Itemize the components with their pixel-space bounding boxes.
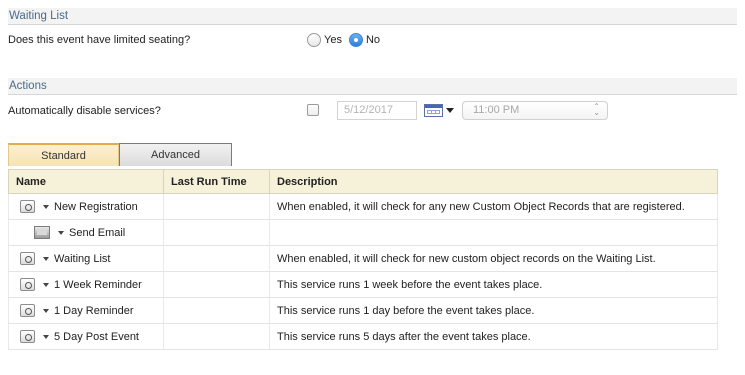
service-icon[interactable]: [20, 330, 35, 343]
no-radio[interactable]: [348, 33, 363, 47]
dropdown-arrow-icon[interactable]: [43, 334, 49, 339]
services-table: Name Last Run Time Description New Regis…: [8, 169, 718, 350]
service-name: Waiting List: [54, 252, 111, 265]
description-cell: [269, 219, 718, 246]
table-row[interactable]: Waiting List When enabled, it will check …: [8, 245, 718, 272]
name-cell: 1 Day Reminder: [8, 297, 164, 324]
service-icon[interactable]: [20, 252, 35, 265]
service-name: 5 Day Post Event: [54, 330, 139, 343]
email-icon[interactable]: [34, 226, 50, 239]
last-run-time-cell: [163, 193, 270, 220]
name-cell: 5 Day Post Event: [8, 323, 164, 350]
column-header-description: Description: [269, 169, 718, 194]
tab-standard[interactable]: Standard: [8, 143, 119, 166]
last-run-time-cell: [163, 245, 270, 272]
service-icon[interactable]: [20, 278, 35, 291]
dropdown-arrow-icon[interactable]: [58, 230, 64, 235]
calendar-icon: [424, 103, 443, 117]
table-row[interactable]: 5 Day Post Event This service runs 5 days…: [8, 323, 718, 350]
disable-services-label: Automatically disable services?: [8, 105, 161, 117]
dropdown-arrow-icon[interactable]: [43, 256, 49, 261]
tab-advanced[interactable]: Advanced: [119, 143, 232, 166]
name-cell: Send Email: [8, 219, 164, 246]
yes-radio-label[interactable]: Yes: [324, 34, 342, 46]
column-header-name: Name: [8, 169, 164, 194]
table-row[interactable]: Send Email: [8, 219, 718, 246]
column-header-last-run-time: Last Run Time: [163, 169, 270, 194]
date-input[interactable]: 5/12/2017: [337, 101, 417, 120]
last-run-time-cell: [163, 323, 270, 350]
calendar-button[interactable]: [424, 102, 456, 118]
limited-seating-label: Does this event have limited seating?: [8, 34, 191, 46]
dropdown-arrow-icon[interactable]: [43, 308, 49, 313]
table-row[interactable]: New Registration When enabled, it will ch…: [8, 193, 718, 220]
table-header-row: Name Last Run Time Description: [8, 169, 718, 194]
service-icon[interactable]: [20, 304, 35, 317]
no-radio-label[interactable]: No: [366, 34, 380, 46]
description-cell: When enabled, it will check for any new …: [269, 193, 718, 220]
actions-header: Actions: [8, 78, 737, 95]
last-run-time-cell: [163, 219, 270, 246]
dropdown-arrow-icon[interactable]: [43, 204, 49, 209]
service-name: 1 Day Reminder: [54, 304, 134, 317]
table-row[interactable]: 1 Day Reminder This service runs 1 day be…: [8, 297, 718, 324]
service-name: 1 Week Reminder: [54, 278, 142, 291]
service-name: New Registration: [54, 200, 138, 213]
last-run-time-cell: [163, 297, 270, 324]
description-cell: This service runs 5 days after the event…: [269, 323, 718, 350]
time-select[interactable]: 11:00 PM ⌃ ⌄: [462, 101, 608, 120]
name-cell: New Registration: [8, 193, 164, 220]
name-cell: 1 Week Reminder: [8, 271, 164, 298]
description-cell: When enabled, it will check for new cust…: [269, 245, 718, 272]
description-cell: This service runs 1 week before the even…: [269, 271, 718, 298]
name-cell: Waiting List: [8, 245, 164, 272]
dropdown-arrow-icon[interactable]: [43, 282, 49, 287]
last-run-time-cell: [163, 271, 270, 298]
time-select-value: 11:00 PM: [473, 104, 520, 116]
disable-services-checkbox[interactable]: [307, 104, 319, 116]
service-name: Send Email: [69, 226, 126, 239]
table-row[interactable]: 1 Week Reminder This service runs 1 week …: [8, 271, 718, 298]
waiting-list-header: Waiting List: [8, 8, 737, 25]
limited-seating-radio-group: Yes No: [307, 33, 387, 47]
service-icon[interactable]: [20, 200, 35, 213]
up-down-arrows-icon: ⌃ ⌄: [593, 102, 600, 117]
description-cell: This service runs 1 day before the event…: [269, 297, 718, 324]
yes-radio[interactable]: [307, 33, 321, 47]
chevron-down-icon: [446, 107, 454, 113]
